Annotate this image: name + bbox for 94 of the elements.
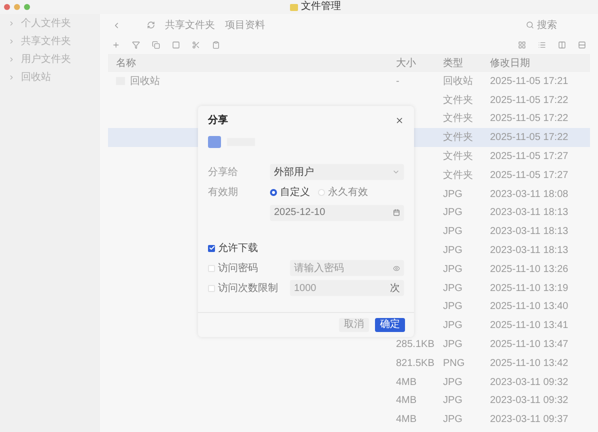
breadcrumb-item[interactable]: 项目资料 — [225, 18, 265, 32]
table-cell: JPG — [443, 282, 462, 294]
folder-icon — [290, 4, 298, 10]
breadcrumb-item[interactable]: 共享文件夹 — [165, 18, 215, 32]
table-cell: JPG — [443, 207, 462, 218]
confirm-button[interactable]: 确定 — [375, 318, 405, 332]
table-cell: JPG — [443, 414, 462, 426]
table-cell: 2025-11-05 17:21 — [490, 76, 568, 87]
copy-icon[interactable] — [152, 41, 160, 49]
table-cell: 2023-03-11 18:13 — [490, 207, 568, 218]
table-cell: 文件夹 — [443, 94, 473, 106]
table-cell: PNG — [443, 358, 465, 369]
table-cell: 2025-11-10 13:26 — [490, 264, 568, 275]
folder-icon — [208, 136, 221, 148]
window-title: 文件管理 — [301, 2, 341, 12]
table-cell: 文件夹 — [443, 151, 473, 162]
table-cell: 2023-03-11 09:32 — [490, 376, 568, 388]
search-icon — [526, 21, 534, 29]
table-cell: 821.5KB — [396, 358, 434, 369]
table-cell: 2025-11-05 17:27 — [490, 170, 568, 181]
sidebar-item[interactable]: 用户文件夹 — [8, 52, 100, 67]
date-field[interactable]: 2025-12-10 — [270, 204, 404, 220]
table-cell: 2025-11-10 13:40 — [490, 301, 568, 312]
table-cell: JPG — [443, 339, 462, 350]
chevron-down-icon — [392, 168, 400, 176]
table-cell-text: 回收站 — [130, 74, 160, 89]
table-cell: 2023-03-11 18:08 — [490, 188, 568, 200]
table-cell: 2023-03-11 09:32 — [490, 395, 568, 406]
table-cell: JPG — [443, 245, 462, 256]
dialog-title: 分享 — [208, 113, 228, 128]
table-cell: JPG — [443, 376, 462, 388]
sidebar-item[interactable]: 共享文件夹 — [8, 34, 100, 49]
table-cell: 4MB — [396, 395, 417, 406]
eye-icon[interactable] — [393, 264, 400, 272]
count-field[interactable]: 1000 次 — [290, 280, 404, 296]
table-cell: JPG — [443, 226, 462, 238]
back-icon[interactable] — [112, 20, 121, 30]
table-cell: 文件夹 — [443, 170, 473, 181]
table-cell: 2025-11-05 17:22 — [490, 113, 568, 124]
sidebar-item[interactable]: 回收站 — [8, 70, 100, 85]
chevron-icon — [8, 38, 15, 45]
radio-option[interactable]: 永久有效 — [318, 184, 368, 200]
table-cell: JPG — [443, 301, 462, 312]
radio-option[interactable]: 自定义 — [270, 184, 310, 200]
table-cell: 文件夹 — [443, 113, 473, 124]
table-cell: 2023-03-11 18:13 — [490, 245, 568, 256]
table-cell: 2025-11-05 17:27 — [490, 151, 568, 162]
table-cell: 4MB — [396, 376, 417, 388]
table-cell: 2025-11-05 17:22 — [490, 132, 568, 144]
table-cell: 文件夹 — [443, 132, 473, 144]
column-header[interactable]: 名称 — [108, 56, 396, 70]
close-icon[interactable] — [395, 116, 404, 124]
filter-icon[interactable] — [132, 41, 140, 49]
table-cell: 回收站 — [443, 76, 473, 87]
columns-icon[interactable] — [558, 41, 566, 49]
table-cell: 2025-11-10 13:41 — [490, 320, 568, 332]
checkbox-option[interactable]: 允许下载 — [208, 240, 280, 256]
chevron-icon — [8, 74, 15, 81]
table-cell: 2025-11-05 17:22 — [490, 94, 568, 106]
table-cell: 2025-11-10 13:19 — [490, 282, 568, 294]
column-header[interactable]: 类型 — [443, 56, 490, 70]
table-cell: JPG — [443, 320, 462, 332]
sidebar-item[interactable]: 个人文件夹 — [8, 16, 100, 31]
select-icon[interactable] — [172, 41, 180, 49]
share-select[interactable]: 外部用户 — [270, 164, 404, 180]
calendar-icon[interactable] — [393, 209, 400, 216]
field-label: 有效期 — [208, 186, 239, 200]
column-header[interactable]: 大小 — [396, 56, 443, 70]
table-cell: 285.1KB — [396, 339, 434, 350]
rows-icon[interactable] — [578, 41, 586, 49]
add-icon[interactable] — [112, 41, 120, 49]
chevron-icon — [8, 20, 15, 27]
table-cell: 4MB — [396, 414, 417, 426]
table-cell: 2023-03-11 18:13 — [490, 226, 568, 238]
field-label: 分享给 — [208, 166, 239, 180]
table-cell: 2025-11-10 13:42 — [490, 358, 568, 369]
table-cell: JPG — [443, 395, 462, 406]
chevron-icon — [8, 56, 15, 63]
checkbox-option[interactable]: 访问密码 — [208, 260, 280, 276]
column-header[interactable]: 修改日期 — [490, 56, 590, 70]
checkbox-option[interactable]: 访问次数限制 — [208, 280, 280, 296]
refresh-icon[interactable] — [147, 21, 155, 29]
cancel-button[interactable]: 取消 — [339, 318, 369, 332]
table-cell: JPG — [443, 264, 462, 275]
search-field[interactable]: 搜索 — [526, 18, 586, 32]
list-icon[interactable] — [538, 41, 546, 49]
cut-icon[interactable] — [192, 41, 200, 49]
table-cell: 2025-11-10 13:47 — [490, 339, 568, 350]
grid-icon[interactable] — [518, 41, 526, 49]
paste-icon[interactable] — [212, 41, 220, 49]
table-cell: - — [396, 76, 400, 87]
table-cell: JPG — [443, 188, 462, 200]
password-field[interactable]: 请输入密码 — [290, 260, 404, 276]
table-cell: 2023-03-11 09:37 — [490, 414, 568, 426]
